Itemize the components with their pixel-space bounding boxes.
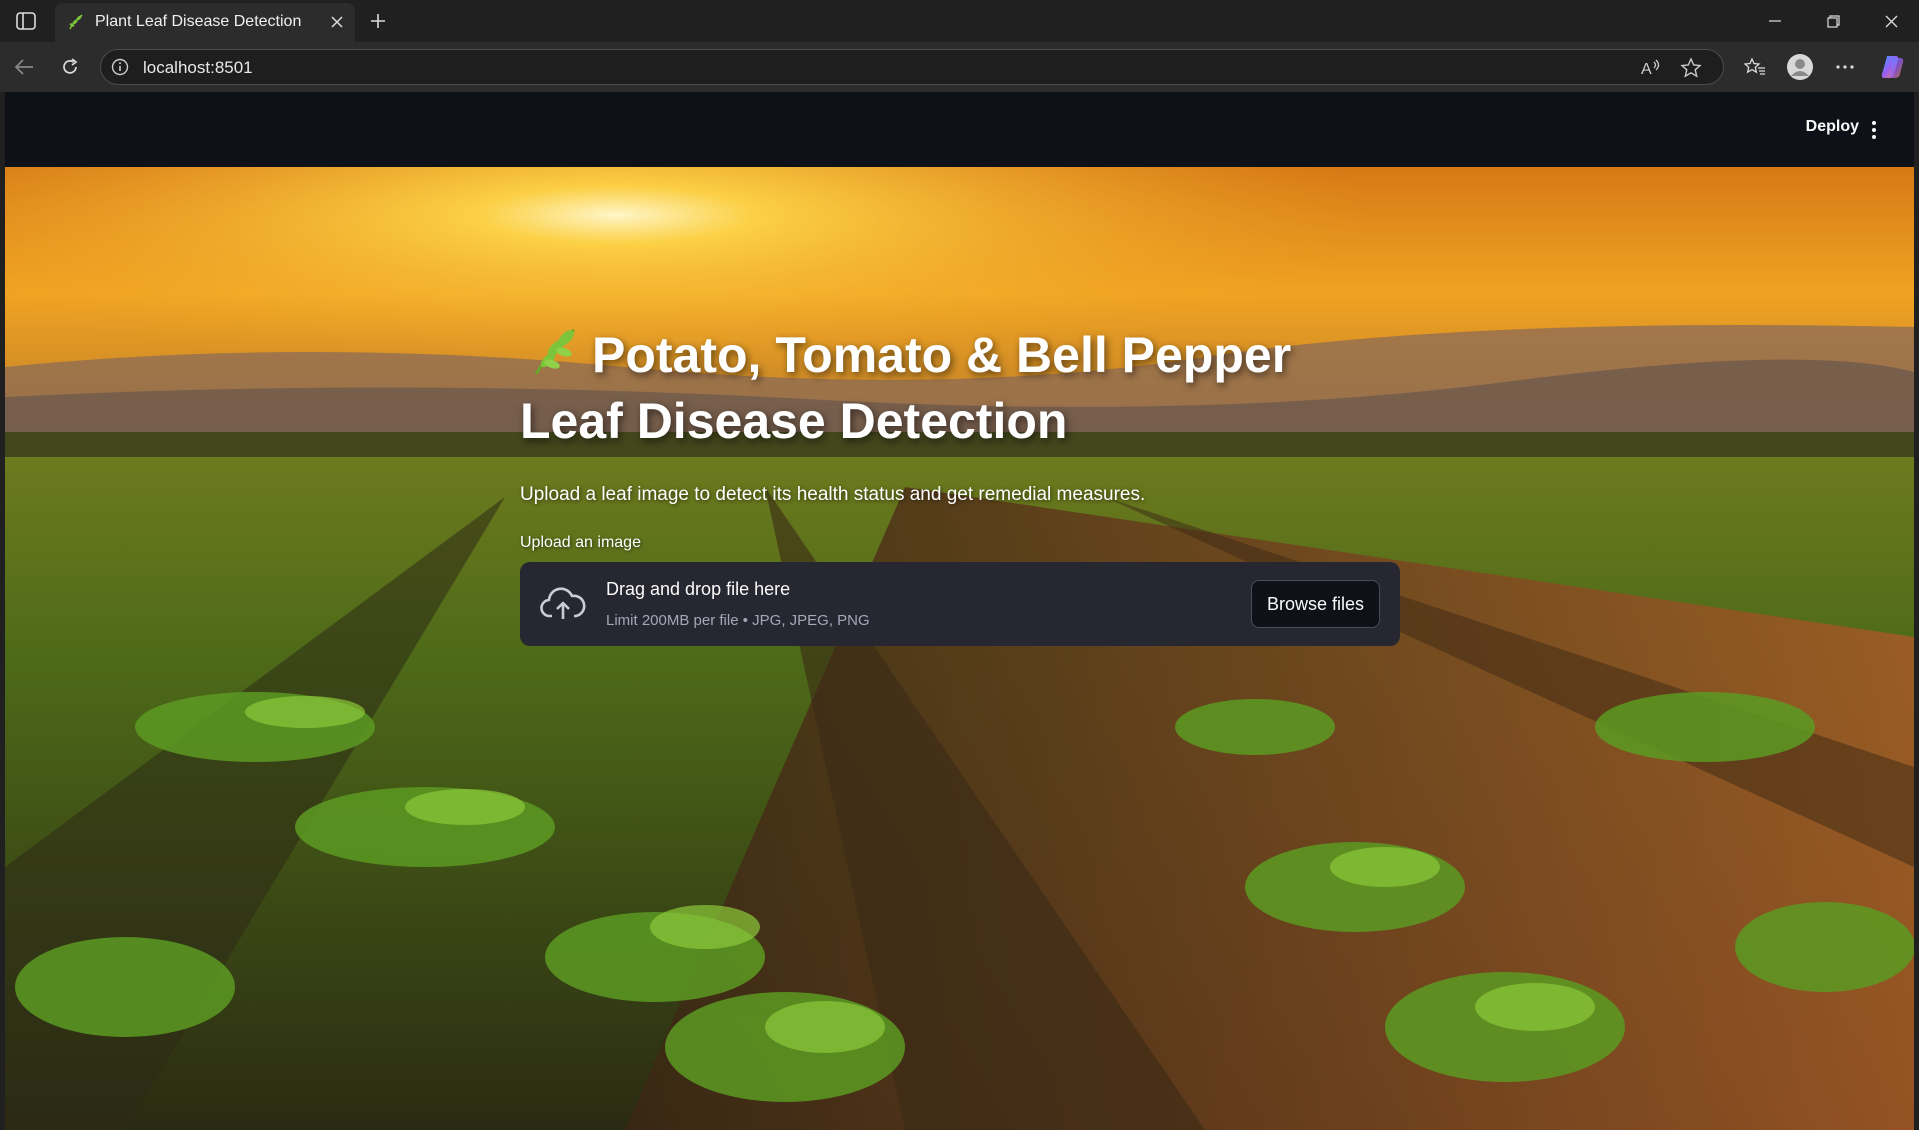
profile-avatar-icon[interactable] <box>1784 51 1816 83</box>
browse-files-button[interactable]: Browse files <box>1250 580 1380 628</box>
app-header: Deploy <box>5 92 1914 167</box>
favorite-star-icon[interactable] <box>1679 56 1703 80</box>
copilot-icon[interactable] <box>1877 51 1909 83</box>
favorites-icon[interactable] <box>1739 51 1771 83</box>
cloud-upload-icon <box>540 585 586 623</box>
main-content: Potato, Tomato & Bell Pepper Leaf Diseas… <box>520 322 1400 646</box>
tab-close-icon[interactable] <box>327 12 347 32</box>
navigation-bar: localhost:8501 A <box>0 42 1919 92</box>
site-info-icon[interactable] <box>111 58 129 76</box>
app-viewport: Deploy Potato, Tomato & Bell Pepper Leaf… <box>5 92 1914 1130</box>
page-title-line2: Leaf Disease Detection <box>520 393 1068 449</box>
leaf-favicon-icon <box>67 13 85 31</box>
minimize-icon[interactable] <box>1752 6 1798 36</box>
more-options-icon[interactable] <box>1829 51 1861 83</box>
tab-title: Plant Leaf Disease Detection <box>95 13 302 30</box>
dropzone-limit-text: Limit 200MB per file • JPG, JPEG, PNG <box>606 612 870 629</box>
page-subtitle: Upload a leaf image to detect its health… <box>520 484 1146 505</box>
url-text: localhost:8501 <box>143 58 253 77</box>
new-tab-icon[interactable] <box>364 7 392 35</box>
herb-emoji-icon <box>528 324 582 378</box>
read-aloud-icon[interactable]: A <box>1639 56 1663 80</box>
page-title: Potato, Tomato & Bell Pepper Leaf Diseas… <box>520 322 1400 454</box>
refresh-icon[interactable] <box>54 51 86 83</box>
address-bar[interactable]: localhost:8501 A <box>100 49 1724 85</box>
dropzone-title: Drag and drop file here <box>606 579 791 599</box>
deploy-button[interactable]: Deploy <box>1806 118 1859 136</box>
file-dropzone[interactable]: Drag and drop file here Limit 200MB per … <box>520 562 1400 646</box>
svg-text:A: A <box>1641 61 1652 78</box>
back-icon[interactable] <box>8 51 40 83</box>
browser-tab[interactable]: Plant Leaf Disease Detection <box>55 3 355 42</box>
main-menu-icon[interactable] <box>1864 117 1884 143</box>
tab-strip: Plant Leaf Disease Detection <box>0 0 1919 42</box>
restore-icon[interactable] <box>1810 6 1856 36</box>
upload-label: Upload an image <box>520 534 641 551</box>
sidebar-toggle-icon[interactable] <box>10 8 42 34</box>
background-image: Potato, Tomato & Bell Pepper Leaf Diseas… <box>5 167 1914 1130</box>
close-window-icon[interactable] <box>1868 6 1914 36</box>
page-title-line1: Potato, Tomato & Bell Pepper <box>592 327 1292 383</box>
